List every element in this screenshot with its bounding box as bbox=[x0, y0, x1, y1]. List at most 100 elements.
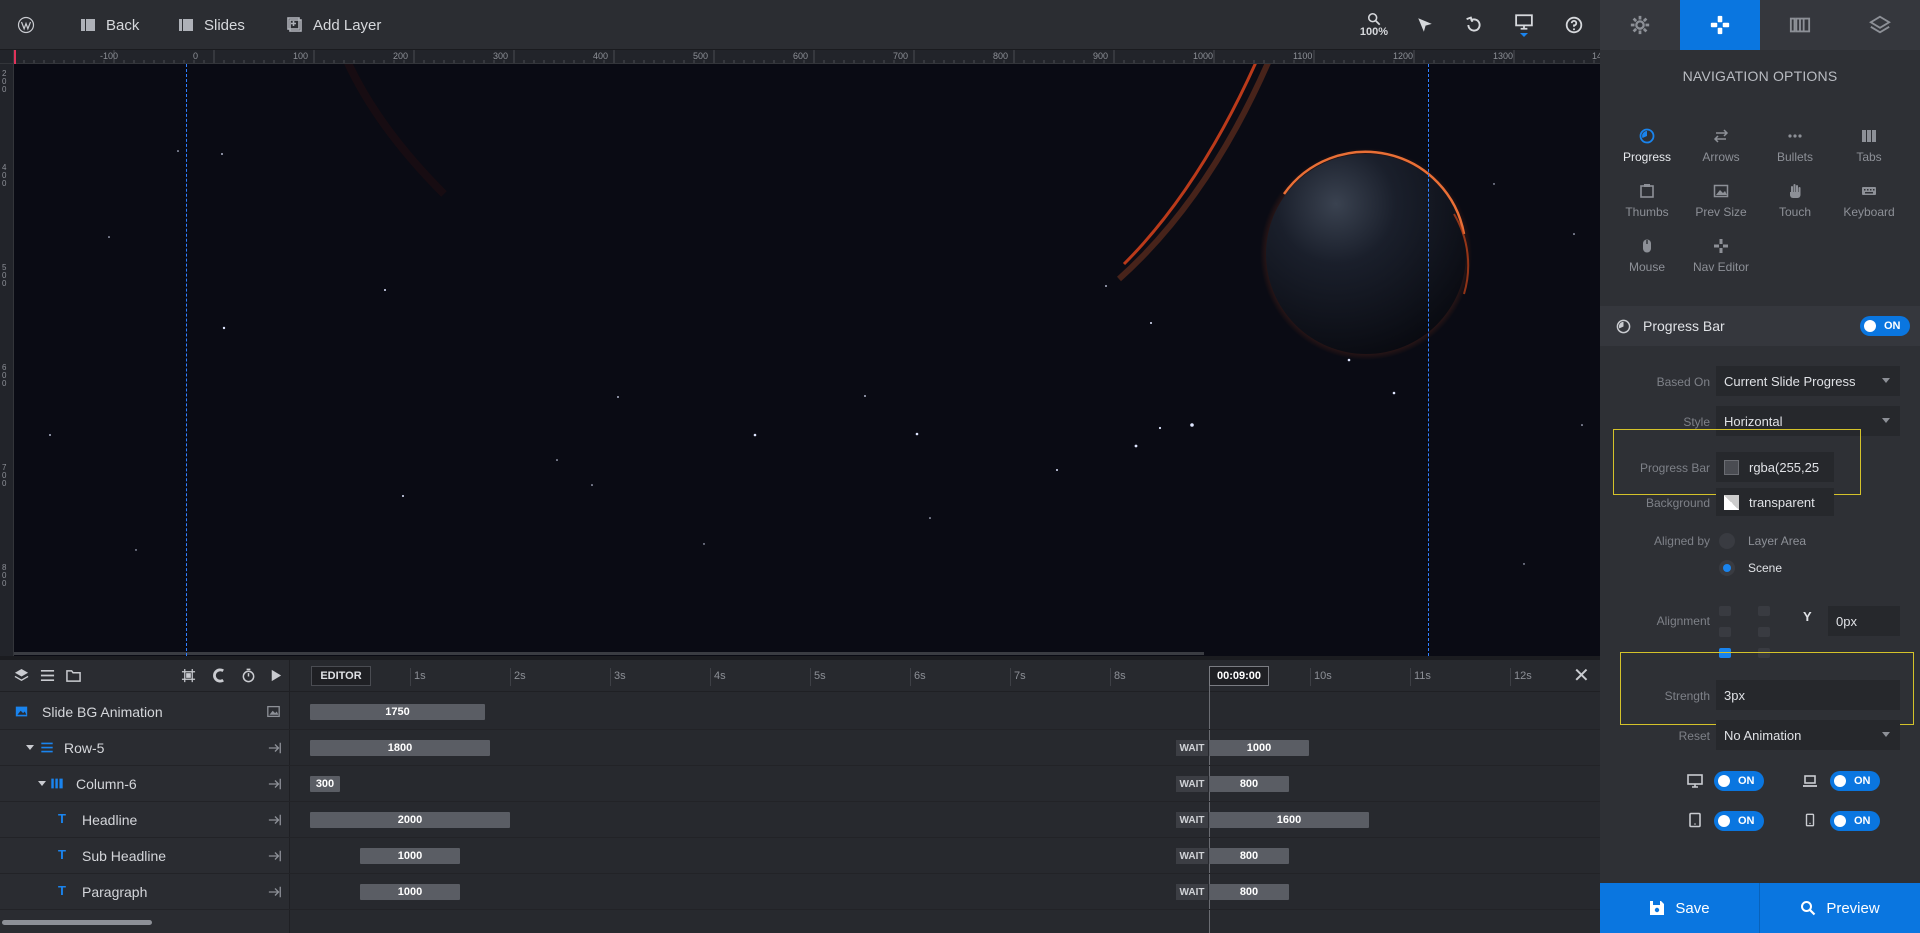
image-icon[interactable] bbox=[266, 705, 281, 718]
gear-icon bbox=[1630, 15, 1650, 35]
wait-badge[interactable]: WAIT bbox=[1176, 812, 1208, 828]
tab-layers[interactable] bbox=[1840, 0, 1920, 50]
timeline-bar-out[interactable]: 800 bbox=[1209, 776, 1289, 792]
nav-item-progress[interactable]: Progress bbox=[1610, 128, 1684, 178]
desktop-visibility-toggle[interactable]: ON bbox=[1714, 771, 1764, 791]
timeline-bar-out[interactable]: 1600 bbox=[1209, 812, 1369, 828]
timeline-row[interactable]: T Sub Headline 1000 WAIT 800 bbox=[0, 838, 1600, 874]
canvas-scrollbar[interactable] bbox=[14, 652, 1204, 655]
reset-select[interactable]: No Animation bbox=[1716, 720, 1900, 750]
undo-button[interactable] bbox=[1454, 0, 1494, 50]
nav-item-nav-editor[interactable]: Nav Editor bbox=[1684, 238, 1758, 288]
stopwatch-button[interactable] bbox=[241, 668, 256, 686]
timeline-bar-in[interactable]: 1000 bbox=[360, 884, 460, 900]
arrow-to-end-icon[interactable] bbox=[268, 849, 282, 863]
time-tick bbox=[1410, 668, 1411, 686]
align-middle-left[interactable] bbox=[1719, 627, 1731, 637]
wait-badge[interactable]: WAIT bbox=[1176, 848, 1208, 864]
timeline-row[interactable]: Column-6 300 WAIT 800 bbox=[0, 766, 1600, 802]
timeline-row[interactable]: T Paragraph 1000 WAIT 800 bbox=[0, 874, 1600, 910]
wait-badge[interactable]: WAIT bbox=[1176, 884, 1208, 900]
layers-icon bbox=[1869, 15, 1891, 34]
align-top-right[interactable] bbox=[1758, 606, 1770, 616]
timeline-bar-in[interactable]: 1000 bbox=[360, 848, 460, 864]
ruler-label: -100 bbox=[100, 51, 119, 61]
tablet-icon bbox=[1689, 812, 1701, 828]
gamepad-icon bbox=[1710, 15, 1730, 35]
nav-item-tabs[interactable]: Tabs bbox=[1832, 128, 1906, 178]
current-time-indicator[interactable]: 00:09:00 bbox=[1209, 666, 1269, 686]
magnet-button[interactable] bbox=[211, 668, 226, 686]
chevron-down-icon[interactable] bbox=[38, 781, 46, 786]
chevron-down-icon[interactable] bbox=[26, 745, 34, 750]
timeline-horizontal-scrollbar[interactable] bbox=[2, 920, 152, 925]
timeline-bar-in[interactable]: 1800 bbox=[310, 740, 490, 756]
nav-item-mouse[interactable]: Mouse bbox=[1610, 238, 1684, 288]
device-desktop-button[interactable] bbox=[1504, 0, 1544, 50]
tab-settings[interactable] bbox=[1600, 0, 1680, 50]
arrow-to-end-icon[interactable] bbox=[268, 777, 282, 791]
tablet-visibility-toggle[interactable]: ON bbox=[1714, 811, 1764, 831]
arrow-to-end-icon[interactable] bbox=[268, 813, 282, 827]
zoom-button[interactable]: 100% bbox=[1354, 0, 1394, 50]
timeline-row[interactable]: T Headline 2000 WAIT 1600 bbox=[0, 802, 1600, 838]
list-view-button[interactable] bbox=[40, 668, 55, 686]
help-button[interactable] bbox=[1554, 0, 1594, 50]
nav-item-bullets[interactable]: Bullets bbox=[1758, 128, 1832, 178]
ruler-label: 0 bbox=[193, 51, 199, 61]
wordpress-logo-icon[interactable] bbox=[6, 0, 46, 50]
timeline-bar-in[interactable]: 300 bbox=[310, 776, 340, 792]
close-icon[interactable]: ✕ bbox=[1573, 666, 1590, 686]
arrow-to-end-icon[interactable] bbox=[268, 741, 282, 755]
timeline-bar-out[interactable]: 800 bbox=[1209, 848, 1289, 864]
timeline-row[interactable]: Slide BG Animation 1750 bbox=[0, 694, 1600, 730]
progress-bar-color-input[interactable]: rgba(255,25 bbox=[1716, 452, 1834, 482]
ruler-label: 200 bbox=[393, 51, 409, 61]
layers-toggle-button[interactable] bbox=[14, 668, 29, 686]
arrow-to-end-icon[interactable] bbox=[268, 885, 282, 899]
mobile-visibility-toggle[interactable]: ON bbox=[1830, 811, 1880, 831]
based-on-select[interactable]: Current Slide Progress bbox=[1716, 366, 1900, 396]
slide-canvas[interactable] bbox=[14, 64, 1600, 656]
nav-item-thumbs[interactable]: Thumbs bbox=[1610, 183, 1684, 233]
pointer-tool-button[interactable] bbox=[1405, 0, 1445, 50]
alignment-y-input[interactable]: 0px bbox=[1828, 606, 1900, 636]
add-layer-icon bbox=[287, 17, 302, 32]
align-top-left[interactable] bbox=[1719, 606, 1731, 616]
layer-name: Row-5 bbox=[64, 740, 105, 756]
save-button[interactable]: Save bbox=[1600, 883, 1759, 933]
ruler-label: 700 bbox=[893, 51, 909, 61]
wait-badge[interactable]: WAIT bbox=[1176, 740, 1208, 756]
nav-item-touch[interactable]: Touch bbox=[1758, 183, 1832, 233]
tab-navigation[interactable] bbox=[1680, 0, 1760, 50]
time-tick-label: 7s bbox=[1014, 670, 1026, 682]
grid-snap-button[interactable] bbox=[181, 668, 196, 686]
radio-scene[interactable] bbox=[1719, 560, 1735, 576]
timeline-bar-out[interactable]: 1000 bbox=[1209, 740, 1309, 756]
timeline-bar-in[interactable]: 2000 bbox=[310, 812, 510, 828]
laptop-visibility-toggle[interactable]: ON bbox=[1830, 771, 1880, 791]
nav-item-prev-size[interactable]: Prev Size bbox=[1684, 183, 1758, 233]
progress-bar-toggle[interactable]: ON bbox=[1860, 316, 1910, 336]
align-middle-right[interactable] bbox=[1758, 627, 1770, 637]
background-color-input[interactable]: transparent bbox=[1716, 488, 1834, 516]
preview-button[interactable]: Preview bbox=[1760, 883, 1920, 933]
play-button[interactable] bbox=[268, 668, 283, 686]
ruler-label: 600 bbox=[2, 363, 7, 388]
timeline-bar-in[interactable]: 1750 bbox=[310, 704, 485, 720]
slides-button[interactable]: Slides bbox=[178, 0, 245, 50]
back-button[interactable]: Back bbox=[80, 0, 139, 50]
add-layer-button[interactable]: Add Layer bbox=[287, 0, 381, 50]
editor-badge[interactable]: EDITOR bbox=[311, 666, 371, 686]
nav-item-keyboard[interactable]: Keyboard bbox=[1832, 183, 1906, 233]
folder-button[interactable] bbox=[66, 668, 81, 686]
timeline-bar-out[interactable]: 800 bbox=[1209, 884, 1289, 900]
strength-input[interactable]: 3px bbox=[1716, 680, 1900, 710]
nav-item-arrows[interactable]: Arrows bbox=[1684, 128, 1758, 178]
wait-badge[interactable]: WAIT bbox=[1176, 776, 1208, 792]
time-tick-label: 6s bbox=[914, 670, 926, 682]
timeline-row[interactable]: Row-5 1800 WAIT 1000 bbox=[0, 730, 1600, 766]
background-label: Background bbox=[1645, 496, 1710, 510]
radio-layer-area[interactable] bbox=[1719, 533, 1735, 549]
tab-slides-layout[interactable] bbox=[1760, 0, 1840, 50]
